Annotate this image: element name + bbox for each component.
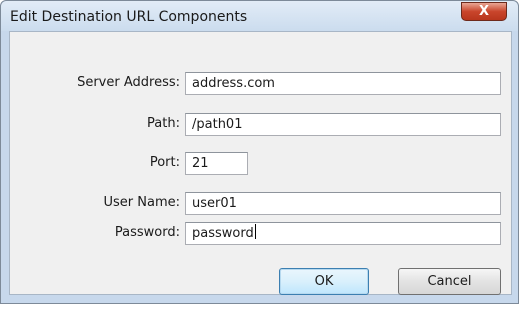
port-label: Port: <box>149 155 180 170</box>
user-name-label: User Name: <box>103 195 181 210</box>
server-address-input[interactable]: address.com <box>185 72 501 95</box>
path-input[interactable]: /path01 <box>185 113 501 136</box>
password-input[interactable]: password <box>185 222 501 245</box>
server-address-label: Server Address: <box>77 75 180 90</box>
path-label: Path: <box>147 116 180 131</box>
close-icon: X <box>478 4 490 19</box>
port-input[interactable]: 21 <box>185 152 248 175</box>
ok-button[interactable]: OK <box>279 268 369 295</box>
text-caret <box>254 224 256 239</box>
password-label: Password: <box>114 225 180 240</box>
password-value: password <box>192 226 254 241</box>
title-bar[interactable]: Edit Destination URL Components X <box>1 1 518 31</box>
user-name-input[interactable]: user01 <box>185 192 501 215</box>
window-title: Edit Destination URL Components <box>10 9 248 25</box>
dialog-content: Server Address: address.com Path: /path0… <box>9 31 512 295</box>
close-button[interactable]: X <box>461 2 507 21</box>
dialog-window: Edit Destination URL Components X Server… <box>0 0 519 304</box>
cancel-button[interactable]: Cancel <box>398 268 501 295</box>
